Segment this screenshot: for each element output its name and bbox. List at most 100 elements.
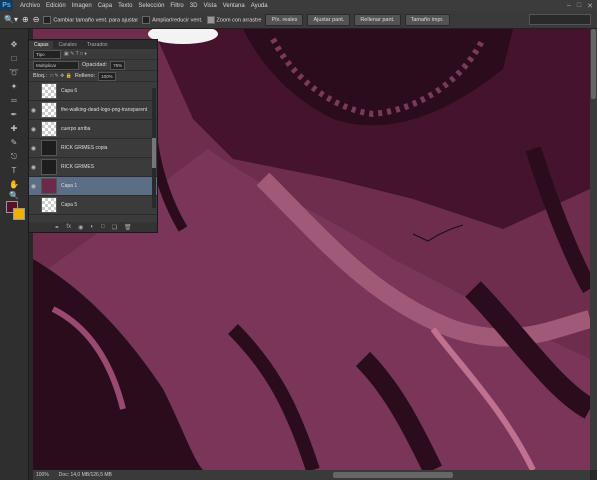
layers-scrollbar[interactable] (152, 88, 156, 208)
eye-icon[interactable]: ◉ (29, 126, 38, 133)
resize-windows-checkbox[interactable]: Cambiar tamaño vent. para ajustar (43, 15, 139, 24)
fill-input[interactable]: 100% (98, 71, 116, 81)
menu-imagen[interactable]: Imagen (69, 3, 95, 9)
blend-row: Multiplicar Opacidad: 75% (29, 60, 157, 71)
layer-name: Capa 6 (61, 88, 78, 94)
eye-icon[interactable]: ◉ (29, 145, 38, 152)
tab-trazados[interactable]: Trazados (82, 41, 113, 49)
layers-scroll-thumb[interactable] (152, 138, 156, 168)
new-group-icon[interactable]: □ (101, 224, 105, 230)
opacity-label: Opacidad: (82, 62, 108, 68)
layer-row[interactable]: ◉ RICK GRIMES copia (29, 139, 157, 158)
add-mask-icon[interactable]: ◉ (78, 224, 83, 231)
crop-tool-icon[interactable]: ═ (4, 95, 24, 106)
workspace-select[interactable] (529, 14, 591, 25)
layer-name: RICK GRIMES (61, 164, 95, 170)
menu-seleccion[interactable]: Selección (135, 3, 167, 9)
menu-edicion[interactable]: Edición (43, 3, 69, 9)
menu-3d[interactable]: 3D (187, 3, 201, 9)
menu-ventana[interactable]: Ventana (220, 3, 248, 9)
eyedropper-tool-icon[interactable]: ✒ (4, 109, 24, 120)
layer-thumbnail (41, 83, 57, 99)
lock-row: Bloq.: □ ✎ ✥ 🔒 Relleno: 100% (29, 71, 157, 82)
layer-thumbnail (41, 102, 57, 118)
lasso-tool-icon[interactable]: ➰ (4, 67, 24, 78)
layer-style-icon[interactable]: fx (66, 224, 71, 230)
fill-label: Relleno: (74, 73, 96, 79)
layers-panel: Capas Canales Trazados Tipo ▣ ✎ T □ ♦ Mu… (28, 39, 158, 233)
scrubby-zoom-checkbox[interactable]: Zoom con arrastre (206, 15, 262, 24)
layer-thumbnail (41, 159, 57, 175)
close-icon[interactable]: ✕ (587, 2, 593, 10)
document-size: Doc: 14,0 MB/126,5 MB (58, 472, 112, 478)
healing-brush-icon[interactable]: ✚ (4, 123, 24, 134)
eye-icon[interactable]: ◉ (29, 107, 38, 114)
delete-layer-icon[interactable]: 🗑 (124, 224, 132, 231)
brush-tool-icon[interactable]: ✎ (4, 137, 24, 148)
tab-canales[interactable]: Canales (53, 41, 81, 49)
layer-row[interactable]: ◉ the-walking-dead-logo-png-transparent (29, 101, 157, 120)
zoom-all-checkbox[interactable]: Ampliar/reducir vent. (142, 15, 203, 24)
layer-row[interactable]: ◉ RICK GRIMES (29, 158, 157, 177)
clone-stamp-icon[interactable]: ⎋ (4, 151, 24, 162)
layer-row[interactable]: ◉ cuerpo arriba (29, 120, 157, 139)
marquee-tool-icon[interactable]: □ (4, 53, 24, 64)
menu-texto[interactable]: Texto (115, 3, 135, 9)
blend-mode-select[interactable]: Multiplicar (33, 60, 79, 70)
layer-name: Capa 1 (61, 183, 78, 189)
zoom-all-label: Ampliar/reducir vent. (152, 16, 203, 23)
fit-screen-button[interactable]: Ajustar pant. (307, 13, 351, 26)
layer-name: Capa 5 (61, 202, 78, 208)
menu-vista[interactable]: Vista (200, 3, 219, 9)
layer-thumbnail (41, 121, 57, 137)
background-color-swatch[interactable] (13, 208, 25, 220)
text-tool-icon[interactable]: T (4, 165, 24, 176)
zoom-level[interactable]: 100% (36, 472, 49, 478)
new-layer-icon[interactable]: ❏ (112, 224, 117, 231)
layer-name: cuerpo arriba (61, 126, 91, 132)
eye-icon[interactable]: ◉ (29, 164, 38, 171)
minimize-icon[interactable]: – (567, 2, 571, 10)
layer-row[interactable]: Capa 6 (29, 82, 157, 101)
filter-row: Tipo ▣ ✎ T □ ♦ (29, 49, 157, 60)
resize-windows-label: Cambiar tamaño vent. para ajustar (53, 16, 139, 23)
link-layers-icon[interactable]: ⚭ (54, 224, 59, 231)
options-bar: 🔍▾ ⊕ ⊖ Cambiar tamaño vent. para ajustar… (0, 11, 597, 29)
eye-icon[interactable]: ◉ (29, 183, 38, 190)
print-size-button[interactable]: Tamaño impr. (404, 13, 450, 26)
layers-list: Capa 6 ◉ the-walking-dead-logo-png-trans… (29, 82, 157, 215)
zoom-out-icon[interactable]: ⊖ (33, 15, 40, 24)
horizontal-scroll-thumb[interactable] (333, 472, 453, 478)
layer-row[interactable]: Capa 5 (29, 196, 157, 215)
actual-pixels-button[interactable]: Píx. reales (265, 13, 304, 26)
scrubby-zoom-label: Zoom con arrastre (216, 16, 262, 23)
vertical-scrollbar[interactable] (590, 29, 597, 470)
move-tool-icon[interactable]: ✥ (4, 39, 24, 50)
zoom-tool-sidebar-icon[interactable]: 🔍 (4, 190, 24, 201)
vertical-scroll-thumb[interactable] (591, 29, 596, 99)
menu-ayuda[interactable]: Ayuda (248, 3, 271, 9)
fill-screen-button[interactable]: Rellenar pant. (354, 13, 401, 26)
maximize-icon[interactable]: □ (577, 2, 581, 10)
adjustment-layer-icon[interactable]: ◐ (90, 224, 94, 230)
lock-icons[interactable]: □ ✎ ✥ 🔒 (50, 73, 72, 79)
menu-archivo[interactable]: Archivo (17, 3, 43, 9)
horizontal-scrollbar[interactable] (33, 470, 590, 480)
zoom-in-icon[interactable]: ⊕ (22, 15, 29, 24)
tab-capas[interactable]: Capas (29, 41, 54, 49)
filter-icons[interactable]: ▣ ✎ T □ ♦ (64, 51, 87, 57)
menu-capa[interactable]: Capa (95, 3, 115, 9)
quick-select-tool-icon[interactable]: ✦ (4, 81, 24, 92)
menu-filtro[interactable]: Filtro (167, 3, 186, 9)
layer-name: the-walking-dead-logo-png-transparent (61, 107, 148, 113)
hand-tool-icon[interactable]: ✋ (4, 179, 24, 190)
status-bar: 100% Doc: 14,0 MB/126,5 MB (33, 470, 112, 480)
layer-filter-select[interactable]: Tipo (33, 49, 61, 59)
opacity-input[interactable]: 75% (110, 60, 126, 70)
zoom-tool-icon[interactable]: 🔍▾ (4, 15, 18, 24)
lock-label: Bloq.: (33, 73, 48, 79)
layer-name: RICK GRIMES copia (61, 145, 108, 151)
menu-bar: Ps Archivo Edición Imagen Capa Texto Sel… (0, 0, 597, 11)
layer-row-selected[interactable]: ◉ Capa 1 (29, 177, 157, 196)
window-controls: – □ ✕ (567, 2, 597, 10)
